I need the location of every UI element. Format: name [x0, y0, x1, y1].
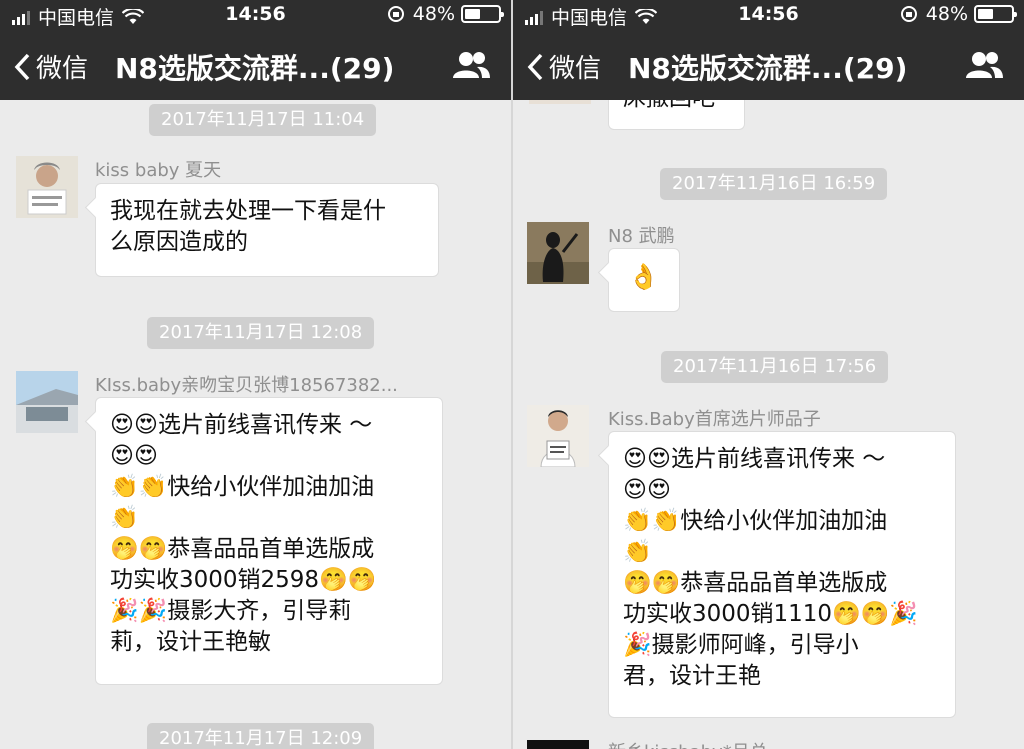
chevron-left-icon	[14, 53, 30, 80]
orientation-lock-icon	[387, 6, 404, 22]
message-bubble[interactable]: 😍😍选片前线喜讯传来 ～ 😍😍 👏👏快给小伙伴加油加油 👏 🤭🤭恭喜品品首单选版…	[95, 397, 443, 685]
nav-bar: 微信 N8选版交流群...(29)	[0, 30, 511, 100]
timestamp: 2017年11月17日 12:09	[147, 723, 375, 749]
sender-name: 新乡kissbaby*吕总	[608, 738, 768, 749]
avatar[interactable]	[16, 156, 78, 218]
avatar[interactable]	[527, 405, 589, 467]
group-members-icon[interactable]	[964, 50, 1004, 80]
avatar[interactable]	[527, 222, 589, 284]
message-bubble[interactable]: 我现在就去处理一下看是什 么原因造成的	[95, 183, 439, 277]
chat-title: N8选版交流群...(29)	[115, 52, 395, 85]
back-label: 微信	[36, 54, 89, 84]
back-button[interactable]: 微信	[525, 48, 601, 85]
chat-title: N8选版交流群...(29)	[628, 52, 908, 85]
timestamp: 2017年11月16日 17:56	[661, 351, 889, 383]
battery-icon	[461, 5, 504, 23]
sender-name: Kiss.Baby首席选片师品子	[608, 409, 821, 430]
message-list[interactable]: 2017年11月17日 11:04 kiss baby 夏天 我现在就去处理一下…	[0, 100, 511, 749]
battery-percent: 48%	[925, 3, 968, 25]
avatar[interactable]	[16, 371, 78, 433]
avatar[interactable]	[529, 100, 591, 104]
group-members-icon[interactable]	[451, 50, 491, 80]
chat-screen-right: 中国电信 14:56 48% 微信 N8选版交流群...(29) 床撒回吧 20…	[513, 0, 1024, 749]
timestamp: 2017年11月17日 12:08	[147, 317, 375, 349]
chevron-left-icon	[527, 53, 543, 80]
battery-percent: 48%	[412, 3, 455, 25]
chat-screen-left: 中国电信 14:56 48% 微信 N8选版交流群...(29) 2017年11…	[0, 0, 511, 749]
back-label: 微信	[549, 54, 602, 84]
sender-name: kiss baby 夏天	[95, 160, 222, 181]
message-bubble[interactable]: 👌	[608, 248, 680, 312]
sender-name: KIss.baby亲吻宝贝张博18567382...	[95, 375, 398, 396]
message-bubble[interactable]: 床撒回吧	[608, 100, 745, 130]
orientation-lock-icon	[900, 6, 917, 22]
timestamp: 2017年11月16日 16:59	[660, 168, 888, 200]
nav-bar: 微信 N8选版交流群...(29)	[513, 30, 1024, 100]
avatar[interactable]	[527, 740, 589, 749]
battery-icon	[974, 5, 1017, 23]
status-bar: 中国电信 14:56 48%	[0, 0, 511, 30]
sender-name: N8 武鹏	[608, 226, 675, 247]
ok-hand-emoji: 👌	[628, 262, 660, 291]
timestamp: 2017年11月17日 11:04	[149, 104, 377, 136]
message-list[interactable]: 床撒回吧 2017年11月16日 16:59 N8 武鹏 👌 2017年11月1…	[513, 100, 1024, 749]
status-bar: 中国电信 14:56 48%	[513, 0, 1024, 30]
message-bubble[interactable]: 😍😍选片前线喜讯传来 ～ 😍😍 👏👏快给小伙伴加油加油 👏 🤭🤭恭喜品品首单选版…	[608, 431, 956, 718]
back-button[interactable]: 微信	[12, 48, 88, 85]
